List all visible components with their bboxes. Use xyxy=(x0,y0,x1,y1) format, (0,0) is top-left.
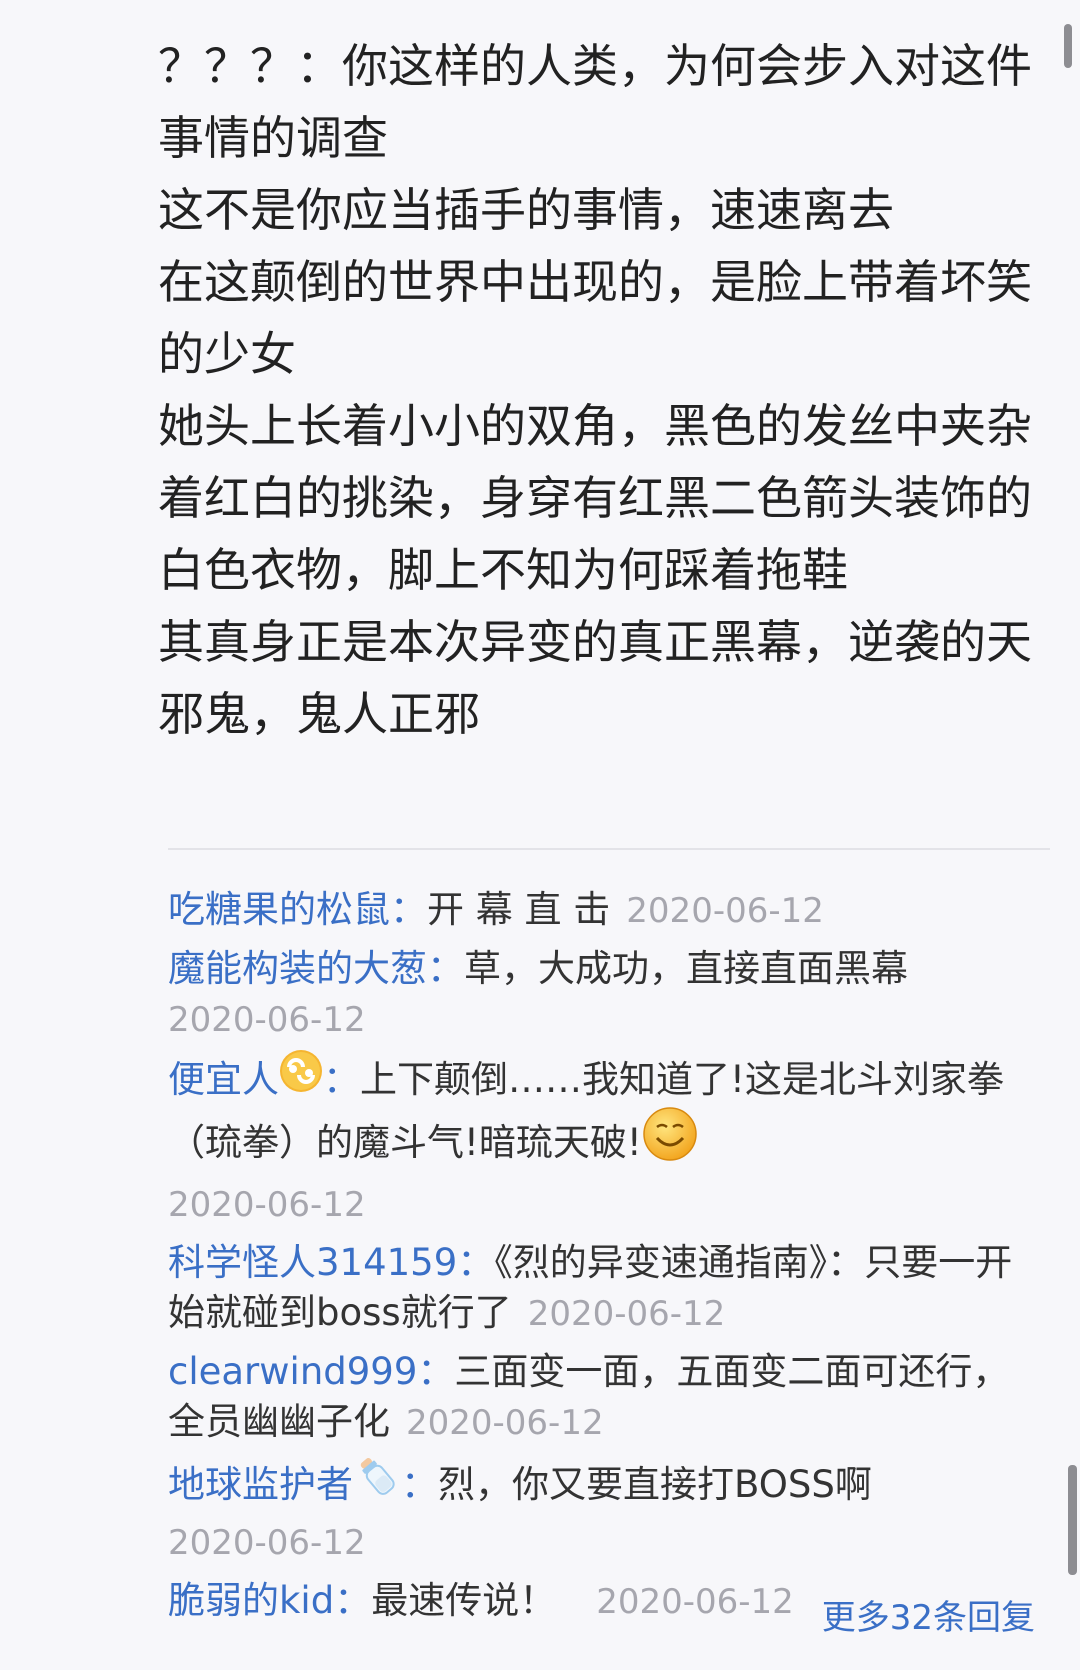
reply-date: 2020-06-12 xyxy=(168,1185,366,1225)
post-line: ？？？：你这样的人类，为何会步入对这件事情的调查 xyxy=(158,39,1032,165)
reply-username[interactable]: 科学怪人314159 xyxy=(168,1241,457,1284)
reply-text: 最速传说！ xyxy=(371,1579,557,1622)
reply-date: 2020-06-12 xyxy=(527,1294,726,1334)
reply-divider xyxy=(168,848,1050,850)
baby-bottle-icon xyxy=(353,1452,401,1513)
reply-item[interactable]: clearwind999：三面变一面，五面变二面可还行，全员幽幽子化 2020-0… xyxy=(168,1347,1038,1448)
post-line: 其真身正是本次异变的真正黑幕，逆袭的天邪鬼，鬼人正邪 xyxy=(158,615,1032,741)
reply-list: 吃糖果的松鼠：开 幕 直 击 2020-06-12 魔能构装的大葱：草，大成功，直… xyxy=(168,885,1038,1635)
reply-username[interactable]: 地球监护者 xyxy=(168,1463,353,1506)
cancer-zodiac-icon xyxy=(279,1049,323,1106)
scrollbar-thumb[interactable] xyxy=(1068,1465,1077,1575)
reply-username[interactable]: 便宜人 xyxy=(168,1058,279,1101)
post-content: ？？？：你这样的人类，为何会步入对这件事情的调查 这不是你应当插手的事情，速速离… xyxy=(158,30,1038,750)
smile-emoji-icon xyxy=(642,1106,698,1175)
reply-text: 开 幕 直 击 xyxy=(427,888,611,931)
reply-date: 2020-06-12 xyxy=(626,891,824,931)
more-replies-link[interactable]: 更多32条回复 xyxy=(822,1590,1035,1639)
scrollbar-top[interactable] xyxy=(1064,24,1072,68)
reply-item[interactable]: 科学怪人314159：《烈的异变速通指南》：只要一开始就碰到boss就行了 202… xyxy=(168,1238,1038,1339)
reply-username[interactable]: 吃糖果的松鼠 xyxy=(168,888,390,931)
reply-username[interactable]: 魔能构装的大葱 xyxy=(168,947,427,990)
post-line: 她头上长着小小的双角，黑色的发丝中夹杂着红白的挑染，身穿有红黑二色箭头装饰的白色… xyxy=(158,399,1032,597)
reply-item[interactable]: 便宜人 ：上下颠倒……我知道了!这是北斗刘家拳（琉拳）的魔斗气!暗琉天破! 2020… xyxy=(168,1050,1038,1230)
reply-item[interactable]: 吃糖果的松鼠：开 幕 直 击 2020-06-12 xyxy=(168,885,1038,936)
reply-date: 2020-06-12 xyxy=(406,1403,604,1443)
reply-item[interactable]: 魔能构装的大葱：草，大成功，直接直面黑幕 2020-06-12 xyxy=(168,944,1038,1045)
reply-username[interactable]: clearwind999 xyxy=(168,1350,417,1393)
reply-username[interactable]: 脆弱的kid xyxy=(168,1579,334,1622)
reply-date: 2020-06-12 xyxy=(168,1000,366,1040)
reply-text: 烈，你又要直接打BOSS啊 xyxy=(438,1463,872,1506)
reply-text: 草，大成功，直接直面黑幕 xyxy=(464,947,908,990)
post-line: 在这颠倒的世界中出现的，是脸上带着坏笑的少女 xyxy=(158,255,1032,381)
reply-date: 2020-06-12 xyxy=(168,1523,366,1563)
reply-item[interactable]: 地球监护者 ：烈，你又要直接打BOSS啊 2020-06-12 xyxy=(168,1456,1038,1568)
reply-date: 2020-06-12 xyxy=(596,1582,794,1622)
post-line: 这不是你应当插手的事情，速速离去 xyxy=(158,183,894,237)
